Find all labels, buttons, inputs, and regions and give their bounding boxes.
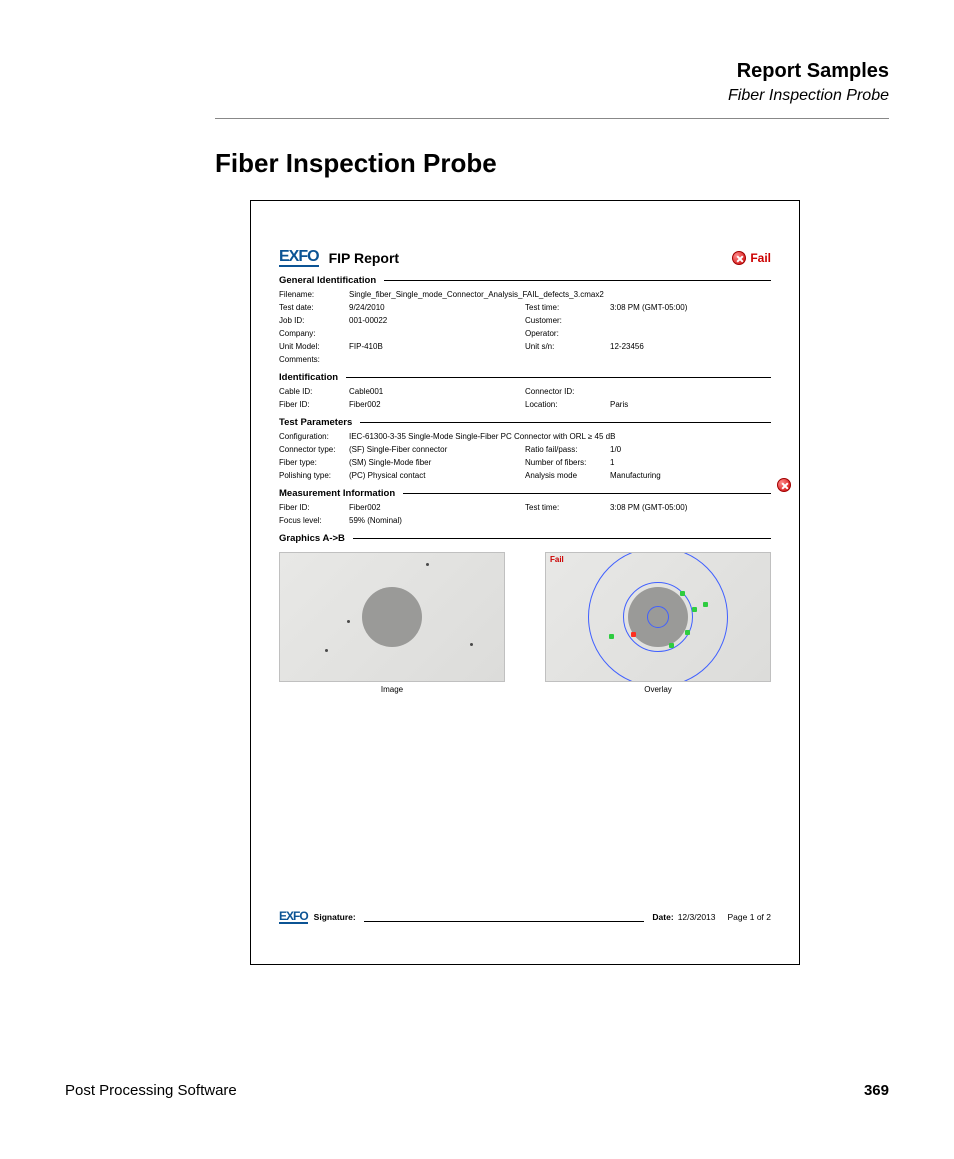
page-header: Report Samples Fiber Inspection Probe [728, 60, 889, 105]
footer-page-number: 369 [864, 1082, 889, 1099]
main-heading: Fiber Inspection Probe [215, 148, 497, 179]
fail-badge: Fail [732, 251, 771, 265]
measurement-fail-icon [777, 478, 791, 492]
graphic-overlay: Fail Overlay [545, 552, 771, 694]
date-value: 12/3/2013 [678, 912, 716, 922]
page-footer: Post Processing Software 369 [65, 1082, 889, 1099]
graphic-image: Image [279, 552, 505, 694]
date-label: Date: [652, 912, 673, 922]
signature-line [364, 912, 645, 922]
section-graphics: Graphics A->B [279, 533, 771, 544]
section-test-params: Test Parameters [279, 417, 771, 428]
section-label: General Identification [279, 275, 376, 286]
report-top-bar: EXFO FIP Report Fail [279, 249, 771, 267]
header-subtitle: Fiber Inspection Probe [728, 87, 889, 105]
fail-text: Fail [750, 251, 771, 265]
header-title: Report Samples [728, 60, 889, 83]
report-footer: EXFO Signature: Date: 12/3/2013 Page 1 o… [279, 910, 771, 924]
section-identification: Identification [279, 372, 771, 383]
footer-left: Post Processing Software [65, 1082, 237, 1099]
fiber-image [279, 552, 505, 682]
header-rule [215, 118, 889, 119]
exfo-logo: EXFO [279, 249, 319, 267]
report-frame: EXFO FIP Report Fail General Identificat… [250, 200, 800, 965]
signature-label: Signature: [314, 912, 356, 922]
footer-logo: EXFO [279, 910, 308, 924]
section-measurement-info: Measurement Information [279, 488, 771, 499]
report-title: FIP Report [329, 250, 400, 266]
graphics-row: Image Fail Overlay [279, 552, 771, 694]
page-of: Page 1 of 2 [728, 912, 771, 922]
fiber-overlay: Fail [545, 552, 771, 682]
fail-icon [732, 251, 746, 265]
section-general-ident: General Identification [279, 275, 771, 286]
